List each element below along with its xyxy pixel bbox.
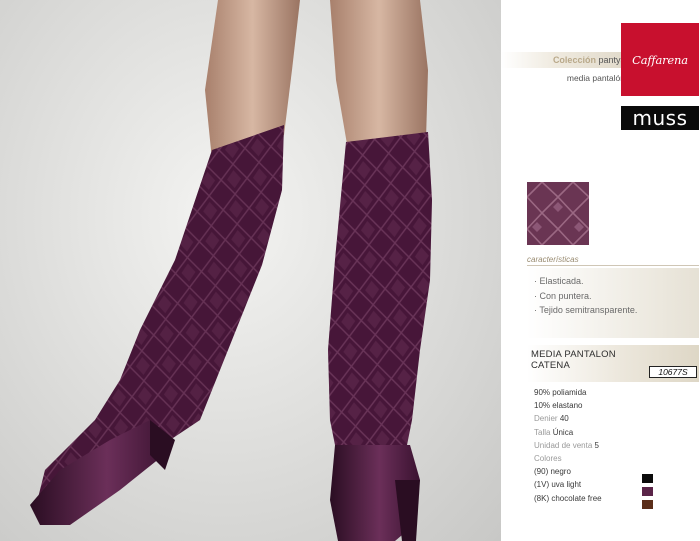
color-swatch-chocolate <box>642 500 653 509</box>
legs-illustration <box>30 0 432 541</box>
characteristics-title: características <box>527 255 579 264</box>
product-code: 10677S <box>649 366 697 378</box>
color-swatch-black <box>642 474 653 483</box>
size-row: Talla Única <box>534 426 602 439</box>
fabric-swatch-pattern <box>527 182 589 245</box>
characteristic-item: · Tejido semitransparente. <box>534 305 638 315</box>
characteristics-divider <box>527 265 699 266</box>
composition-line: 90% poliamida <box>534 388 587 397</box>
caffarena-logo-text: Caffarena <box>632 52 688 67</box>
muss-logo-text: muss <box>632 106 688 130</box>
color-swatch-uva <box>642 487 653 496</box>
size-label: Talla <box>534 427 551 437</box>
product-photo <box>0 0 501 541</box>
composition-line: 10% elastano <box>534 401 583 411</box>
info-column: Colección pantys media pantalón Caffaren… <box>501 0 700 541</box>
characteristics-list: · Elasticada. · Con puntera. · Tejido se… <box>534 274 637 318</box>
unit-value: 5 <box>594 440 599 450</box>
color-option-label: (90) negro <box>534 467 571 477</box>
characteristic-item: · Con puntera. <box>534 290 592 301</box>
denier-label: Denier <box>534 414 558 424</box>
color-option-label: (1V) uva light <box>534 480 582 490</box>
collection-heading: Colección pantys <box>515 55 625 65</box>
product-name-line2: CATENA <box>531 360 571 371</box>
fabric-swatch <box>527 182 589 245</box>
unit-row: Unidad de venta 5 <box>534 439 602 452</box>
collection-label: Colección <box>552 55 596 65</box>
muss-logo: muss <box>621 104 699 130</box>
denier-value: 40 <box>559 414 569 424</box>
product-specs: 90% poliamida 10% elastano Denier 40 Tal… <box>534 386 602 505</box>
right-leg-skin <box>330 0 428 150</box>
caffarena-logo: Caffarena <box>621 23 699 96</box>
collection-subtitle: media pantalón <box>566 73 625 83</box>
size-value: Única <box>552 427 574 437</box>
product-name-line1: MEDIA PANTALON <box>531 349 616 360</box>
colors-label: Colores <box>534 454 562 464</box>
color-option-label: (8K) chocolate free <box>534 493 602 503</box>
right-sock-shade <box>328 132 432 470</box>
characteristic-item: · Elasticada. <box>534 276 584 286</box>
unit-label: Unidad de venta <box>534 440 593 450</box>
denier-row: Denier 40 <box>534 412 602 425</box>
product-name: MEDIA PANTALON CATENA <box>531 349 616 371</box>
